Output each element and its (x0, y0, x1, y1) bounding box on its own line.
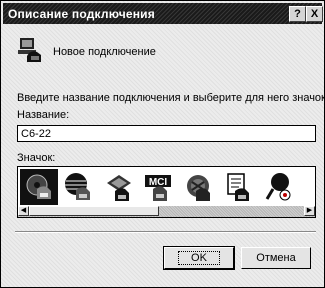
close-button[interactable]: X (306, 6, 323, 22)
icon-picker-list[interactable]: MCI ◀ ▶ (17, 166, 316, 218)
icon-option[interactable] (180, 169, 218, 205)
name-label: Название: (17, 109, 70, 121)
icon-scrollbar[interactable]: ◀ ▶ (18, 206, 315, 217)
cancel-button[interactable]: Отмена (241, 247, 311, 269)
connection-name: Новое подключение (53, 46, 156, 58)
globe-phone-icon (65, 173, 90, 200)
scroll-thumb[interactable] (29, 206, 159, 216)
document-phone-icon (227, 173, 249, 201)
help-button[interactable]: ? (289, 6, 306, 22)
scroll-right-button[interactable]: ▶ (304, 206, 315, 216)
title-bar[interactable]: Описание подключения ? X (3, 3, 323, 24)
ok-button[interactable]: OK (163, 246, 235, 270)
divider (15, 231, 316, 233)
disk-phone-icon (26, 174, 51, 199)
icon-option[interactable] (260, 169, 298, 205)
mci-phone-icon: MCI (145, 175, 171, 201)
connection-name-input[interactable] (17, 125, 316, 142)
satellite-phone-icon (265, 173, 291, 201)
connection-description-dialog: Описание подключения ? X Новое подключен… (0, 0, 325, 288)
icon-option[interactable] (220, 169, 258, 205)
phone-computer-icon (18, 38, 41, 62)
window-title: Описание подключения (8, 7, 155, 21)
icon-option[interactable] (100, 169, 138, 205)
icon-option[interactable] (60, 169, 98, 205)
icon-option[interactable] (20, 169, 58, 205)
mci-text: MCI (149, 177, 168, 188)
instruction-text: Введите название подключения и выберите … (17, 92, 325, 104)
scroll-left-button[interactable]: ◀ (18, 206, 29, 216)
ok-button-label: OK (178, 251, 220, 265)
network-phone-icon (187, 175, 210, 201)
icon-label: Значок: (17, 152, 56, 164)
modem-phone-icon (107, 175, 131, 201)
icon-option[interactable]: MCI (140, 169, 178, 205)
